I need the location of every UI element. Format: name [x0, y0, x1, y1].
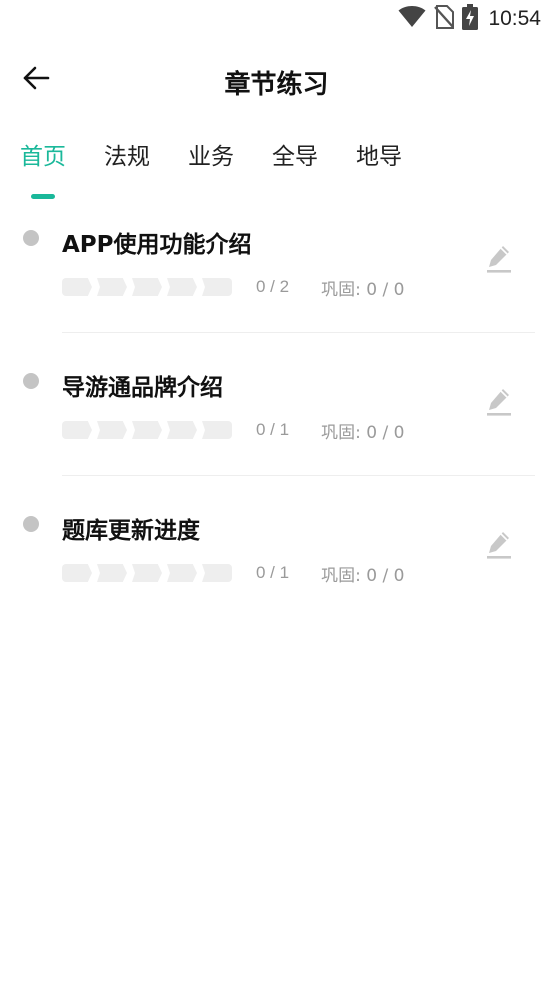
pencil-icon [485, 244, 513, 278]
review-count: 巩固: 0 / 0 [321, 279, 405, 300]
progress-segment [202, 278, 232, 296]
progress-segment [202, 564, 232, 582]
pencil-icon [485, 387, 513, 421]
chapter-item[interactable]: 导游通品牌介绍 0 / 1 巩固: 0 / 0 [0, 358, 553, 501]
tab-bar: 首页 法规 业务 全导 地导 [20, 138, 440, 199]
tab-home[interactable]: 首页 [20, 138, 66, 199]
review-count: 巩固: 0 / 0 [321, 422, 405, 443]
progress-row: 0 / 1 巩固: 0 / 0 [62, 563, 405, 586]
active-tab-indicator [31, 194, 55, 199]
divider [62, 475, 535, 476]
wifi-icon [398, 6, 426, 32]
tab-local-guide[interactable]: 地导 [356, 138, 402, 190]
progress-segment [132, 564, 162, 582]
edit-button[interactable] [481, 243, 517, 279]
chapter-status-dot [23, 230, 39, 246]
progress-count: 0 / 1 [256, 563, 290, 582]
progress-count: 0 / 2 [256, 277, 290, 296]
status-bar: 10:54 [0, 0, 553, 38]
chapter-list: APP使用功能介绍 0 / 2 巩固: 0 / 0 导游通品牌介绍 0 / 1 … [0, 215, 553, 644]
tab-label: 地导 [356, 144, 402, 170]
header: 章节练习 [0, 50, 553, 110]
chapter-item[interactable]: APP使用功能介绍 0 / 2 巩固: 0 / 0 [0, 215, 553, 358]
chapter-title: 题库更新进度 [62, 518, 200, 544]
status-icons: 10:54 [398, 4, 541, 34]
tab-regulations[interactable]: 法规 [104, 138, 150, 190]
tab-label: 业务 [188, 144, 234, 170]
tab-label: 首页 [20, 144, 66, 170]
tab-national-guide[interactable]: 全导 [272, 138, 318, 190]
status-time: 10:54 [488, 7, 541, 30]
edit-button[interactable] [481, 529, 517, 565]
progress-segment [202, 421, 232, 439]
progress-segment [97, 278, 127, 296]
page-title: 章节练习 [224, 70, 329, 100]
progress-count: 0 / 1 [256, 420, 290, 439]
tab-label: 法规 [104, 144, 150, 170]
divider [62, 332, 535, 333]
progress-row: 0 / 1 巩固: 0 / 0 [62, 420, 405, 443]
edit-button[interactable] [481, 386, 517, 422]
review-count: 巩固: 0 / 0 [321, 565, 405, 586]
progress-segment [62, 278, 92, 296]
chapter-item[interactable]: 题库更新进度 0 / 1 巩固: 0 / 0 [0, 501, 553, 644]
chapter-status-dot [23, 373, 39, 389]
no-sim-icon [434, 5, 455, 33]
progress-row: 0 / 2 巩固: 0 / 0 [62, 277, 405, 300]
pencil-icon [485, 530, 513, 564]
progress-segment [62, 421, 92, 439]
progress-segment [97, 421, 127, 439]
progress-segment [132, 421, 162, 439]
progress-segment [132, 278, 162, 296]
progress-segment [167, 278, 197, 296]
progress-segment [97, 564, 127, 582]
progress-segment [167, 564, 197, 582]
chapter-title: 导游通品牌介绍 [62, 375, 223, 401]
tab-business[interactable]: 业务 [188, 138, 234, 190]
chapter-title: APP使用功能介绍 [62, 232, 252, 258]
tab-label: 全导 [272, 144, 318, 170]
battery-charging-icon [462, 4, 479, 34]
chapter-status-dot [23, 516, 39, 532]
progress-segment [62, 564, 92, 582]
progress-segment [167, 421, 197, 439]
